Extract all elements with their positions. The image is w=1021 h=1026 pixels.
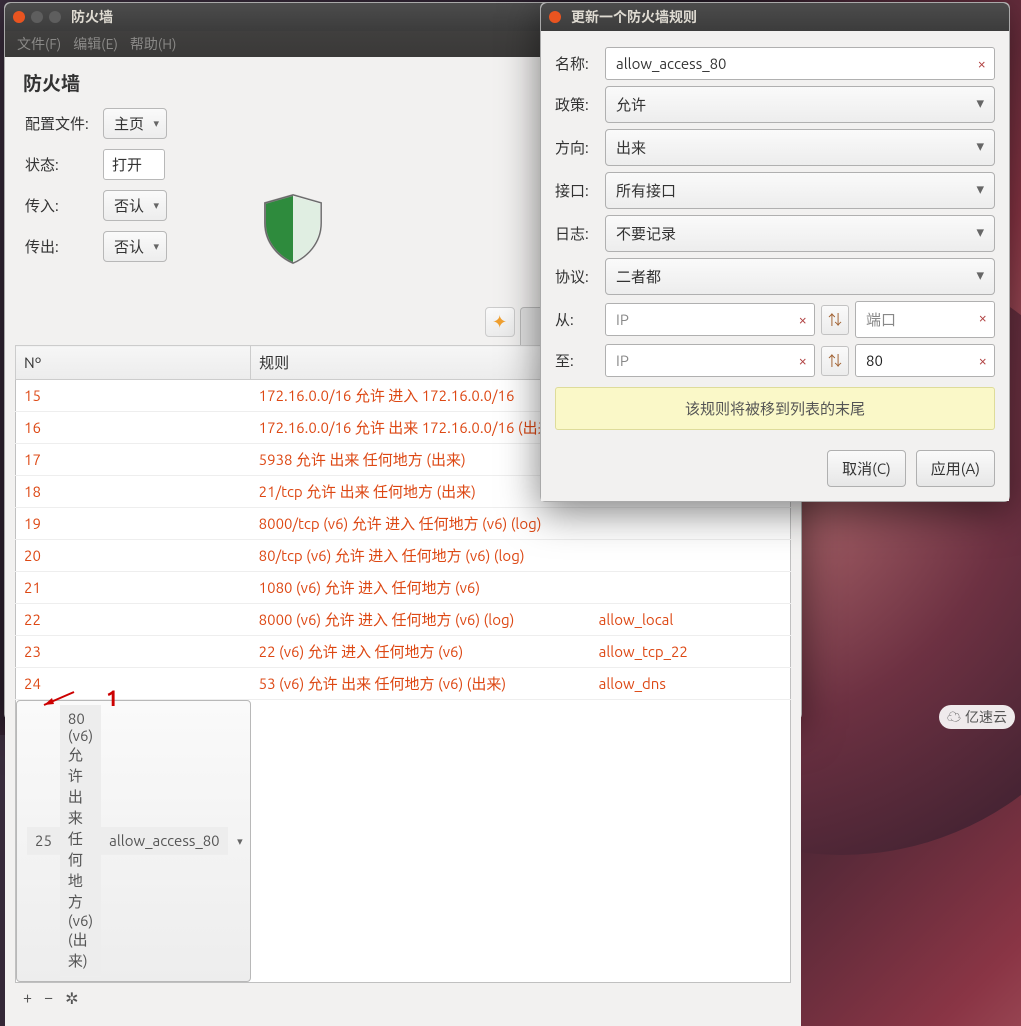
log-label: 日志:: [555, 223, 605, 244]
clear-icon[interactable]: ×: [979, 309, 987, 326]
annotation-1: 1: [40, 686, 118, 711]
proto-label: 协议:: [555, 266, 605, 287]
status-label: 状态:: [25, 154, 103, 175]
clear-icon[interactable]: ×: [799, 352, 807, 369]
proto-select[interactable]: 二者都: [605, 258, 995, 295]
apply-button[interactable]: 应用(A): [916, 450, 995, 487]
name-label: 名称:: [555, 53, 605, 74]
policy-label: 政策:: [555, 94, 605, 115]
table-row[interactable]: 198000/tcp (v6) 允许 进入 任何地方 (v6) (log): [16, 508, 791, 540]
from-ip-input[interactable]: IP×: [605, 303, 815, 336]
iface-select[interactable]: 所有接口: [605, 172, 995, 209]
clear-icon[interactable]: ×: [979, 352, 987, 369]
col-no[interactable]: Nº: [16, 346, 251, 380]
cancel-button[interactable]: 取消(C): [827, 450, 906, 487]
table-row[interactable]: 2453 (v6) 允许 出来 任何地方 (v6) (出来)allow_dns: [16, 668, 791, 700]
profile-select[interactable]: 主页: [103, 108, 167, 139]
menu-file[interactable]: 文件(F): [13, 32, 65, 56]
table-row[interactable]: 2322 (v6) 允许 进入 任何地方 (v6)allow_tcp_22: [16, 636, 791, 668]
direction-label: 方向:: [555, 137, 605, 158]
maximize-icon[interactable]: [49, 11, 61, 23]
outgoing-label: 传出:: [25, 236, 103, 257]
profile-label: 配置文件:: [25, 113, 103, 134]
dialog-title: 更新一个防火墙规则: [571, 7, 697, 27]
outgoing-select[interactable]: 否认: [103, 231, 167, 262]
to-ip-input[interactable]: IP×: [605, 344, 815, 377]
incoming-select[interactable]: 否认: [103, 190, 167, 221]
notice-text: 该规则将被移到列表的末尾: [555, 387, 995, 430]
swap-icon[interactable]: ⇅: [821, 305, 849, 335]
toolbar: + − ✲: [15, 983, 791, 1014]
dialog-window: 更新一个防火墙规则 名称: allow_access_80× 政策: 允许 方向…: [540, 2, 1010, 502]
swap-icon[interactable]: ⇅: [821, 346, 849, 376]
watermark: ☁亿速云: [939, 705, 1015, 729]
policy-select[interactable]: 允许: [605, 86, 995, 123]
shield-icon: [261, 193, 325, 269]
menu-help[interactable]: 帮助(H): [126, 32, 181, 56]
clear-icon[interactable]: ×: [978, 55, 986, 72]
table-row[interactable]: 2580 (v6) 允许 出来 任何地方 (v6) (出来)allow_acce…: [16, 700, 251, 982]
from-port-input[interactable]: 端口×: [855, 301, 995, 338]
to-port-input[interactable]: 80×: [855, 344, 995, 377]
menu-edit[interactable]: 编辑(E): [69, 32, 122, 56]
add-icon[interactable]: +: [23, 989, 32, 1008]
name-input[interactable]: allow_access_80×: [605, 47, 995, 80]
direction-select[interactable]: 出来: [605, 129, 995, 166]
window-title: 防火墙: [71, 7, 113, 27]
gear-icon[interactable]: ✲: [65, 989, 78, 1008]
table-row[interactable]: 211080 (v6) 允许 进入 任何地方 (v6): [16, 572, 791, 604]
dialog-titlebar[interactable]: 更新一个防火墙规则: [541, 3, 1009, 31]
close-icon[interactable]: [13, 11, 25, 23]
close-icon[interactable]: [549, 11, 561, 23]
from-label: 从:: [555, 309, 605, 330]
iface-label: 接口:: [555, 180, 605, 201]
incoming-label: 传入:: [25, 195, 103, 216]
log-select[interactable]: 不要记录: [605, 215, 995, 252]
table-row[interactable]: 2080/tcp (v6) 允许 进入 任何地方 (v6) (log): [16, 540, 791, 572]
star-icon[interactable]: ✦: [485, 307, 515, 337]
remove-icon[interactable]: −: [44, 989, 53, 1008]
table-row[interactable]: 228000 (v6) 允许 进入 任何地方 (v6) (log)allow_l…: [16, 604, 791, 636]
clear-icon[interactable]: ×: [799, 311, 807, 328]
status-field[interactable]: 打开: [103, 149, 165, 180]
minimize-icon[interactable]: [31, 11, 43, 23]
to-label: 至:: [555, 350, 605, 371]
